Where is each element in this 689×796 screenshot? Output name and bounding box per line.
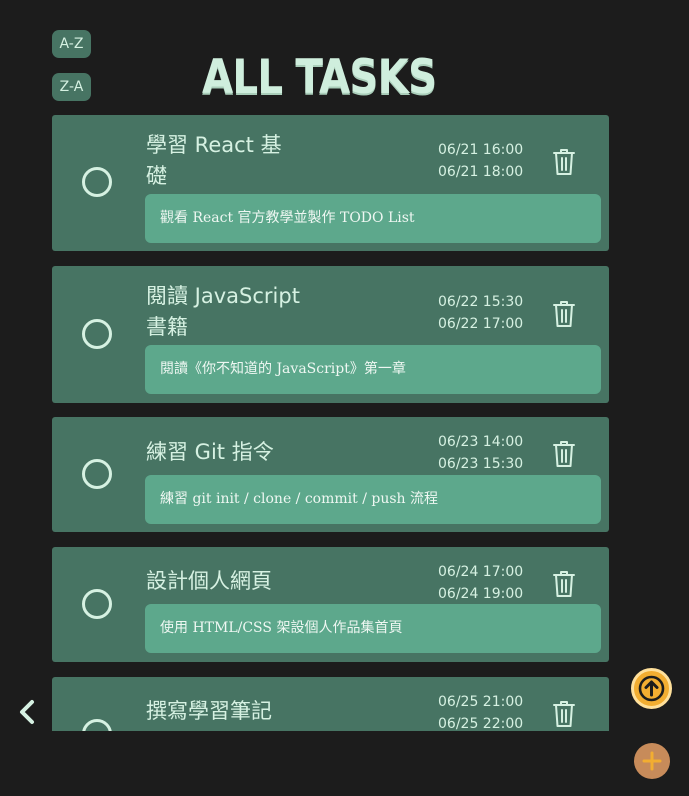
task-card: 學習 React 基 礎 06/21 16:00 06/21 18:00 觀看 … xyxy=(52,115,609,251)
task-start-time: 06/23 14:00 xyxy=(438,434,524,450)
task-name: 練習 Git 指令 xyxy=(146,437,316,468)
task-name: 撰寫學習筆記 xyxy=(146,696,316,727)
task-dates: 06/21 16:00 06/21 18:00 xyxy=(438,139,528,183)
sort-az-button[interactable]: A-Z xyxy=(52,30,91,58)
task-card: 閱讀 JavaScript 書籍 06/22 15:30 06/22 17:00… xyxy=(52,266,609,403)
circle-check-icon[interactable] xyxy=(82,589,112,619)
task-start-time: 06/25 21:00 xyxy=(438,694,524,710)
task-description: 練習 git init / clone / commit / push 流程 xyxy=(145,475,601,524)
page-title: ALL TASKS xyxy=(202,50,437,105)
sort-za-button[interactable]: Z-A xyxy=(52,73,91,101)
trash-icon[interactable] xyxy=(552,440,576,468)
task-card: 練習 Git 指令 06/23 14:00 06/23 15:30 練習 git… xyxy=(52,417,609,532)
task-name-line: 撰寫學習筆記 xyxy=(146,699,272,723)
add-task-button[interactable] xyxy=(634,743,670,779)
task-description: 閱讀《你不知道的 JavaScript》第一章 xyxy=(145,345,601,394)
task-name-line: 礎 xyxy=(146,164,167,188)
circle-check-icon[interactable] xyxy=(82,719,112,731)
circle-check-icon[interactable] xyxy=(82,319,112,349)
chevron-left-icon[interactable] xyxy=(16,699,38,725)
task-start-time: 06/22 15:30 xyxy=(438,294,524,310)
task-card: 撰寫學習筆記 06/25 21:00 06/25 22:00 xyxy=(52,677,609,731)
task-dates: 06/24 17:00 06/24 19:00 xyxy=(438,561,528,605)
trash-icon[interactable] xyxy=(552,300,576,328)
task-description: 使用 HTML/CSS 架設個人作品集首頁 xyxy=(145,604,601,653)
task-name: 設計個人網頁 xyxy=(146,566,316,597)
plus-icon xyxy=(642,751,662,771)
task-name-line: 設計個人網頁 xyxy=(146,569,272,593)
trash-icon[interactable] xyxy=(552,570,576,598)
task-dates: 06/25 21:00 06/25 22:00 xyxy=(438,691,528,731)
trash-icon[interactable] xyxy=(552,148,576,176)
task-dates: 06/23 14:00 06/23 15:30 xyxy=(438,431,528,475)
task-name-line: 學習 React 基 xyxy=(146,133,282,157)
task-end-time: 06/21 18:00 xyxy=(438,164,524,180)
task-name: 學習 React 基 礎 xyxy=(146,130,316,192)
task-name-line: 練習 Git 指令 xyxy=(146,440,274,464)
task-start-time: 06/24 17:00 xyxy=(438,564,524,580)
task-end-time: 06/23 15:30 xyxy=(438,456,524,472)
task-card: 設計個人網頁 06/24 17:00 06/24 19:00 使用 HTML/C… xyxy=(52,547,609,662)
circle-check-icon[interactable] xyxy=(82,167,112,197)
task-name-line: 書籍 xyxy=(146,315,188,339)
task-end-time: 06/25 22:00 xyxy=(438,716,524,731)
scroll-top-button[interactable] xyxy=(631,668,672,709)
task-name-line: 閱讀 JavaScript xyxy=(146,284,300,308)
task-end-time: 06/22 17:00 xyxy=(438,316,524,332)
task-name: 閱讀 JavaScript 書籍 xyxy=(146,281,316,343)
trash-icon[interactable] xyxy=(552,700,576,728)
task-description: 觀看 React 官方教學並製作 TODO List xyxy=(145,194,601,243)
arrow-up-icon xyxy=(638,675,665,702)
task-list[interactable]: 學習 React 基 礎 06/21 16:00 06/21 18:00 觀看 … xyxy=(52,115,610,731)
circle-check-icon[interactable] xyxy=(82,459,112,489)
task-end-time: 06/24 19:00 xyxy=(438,586,524,602)
task-dates: 06/22 15:30 06/22 17:00 xyxy=(438,291,528,335)
task-start-time: 06/21 16:00 xyxy=(438,142,524,158)
